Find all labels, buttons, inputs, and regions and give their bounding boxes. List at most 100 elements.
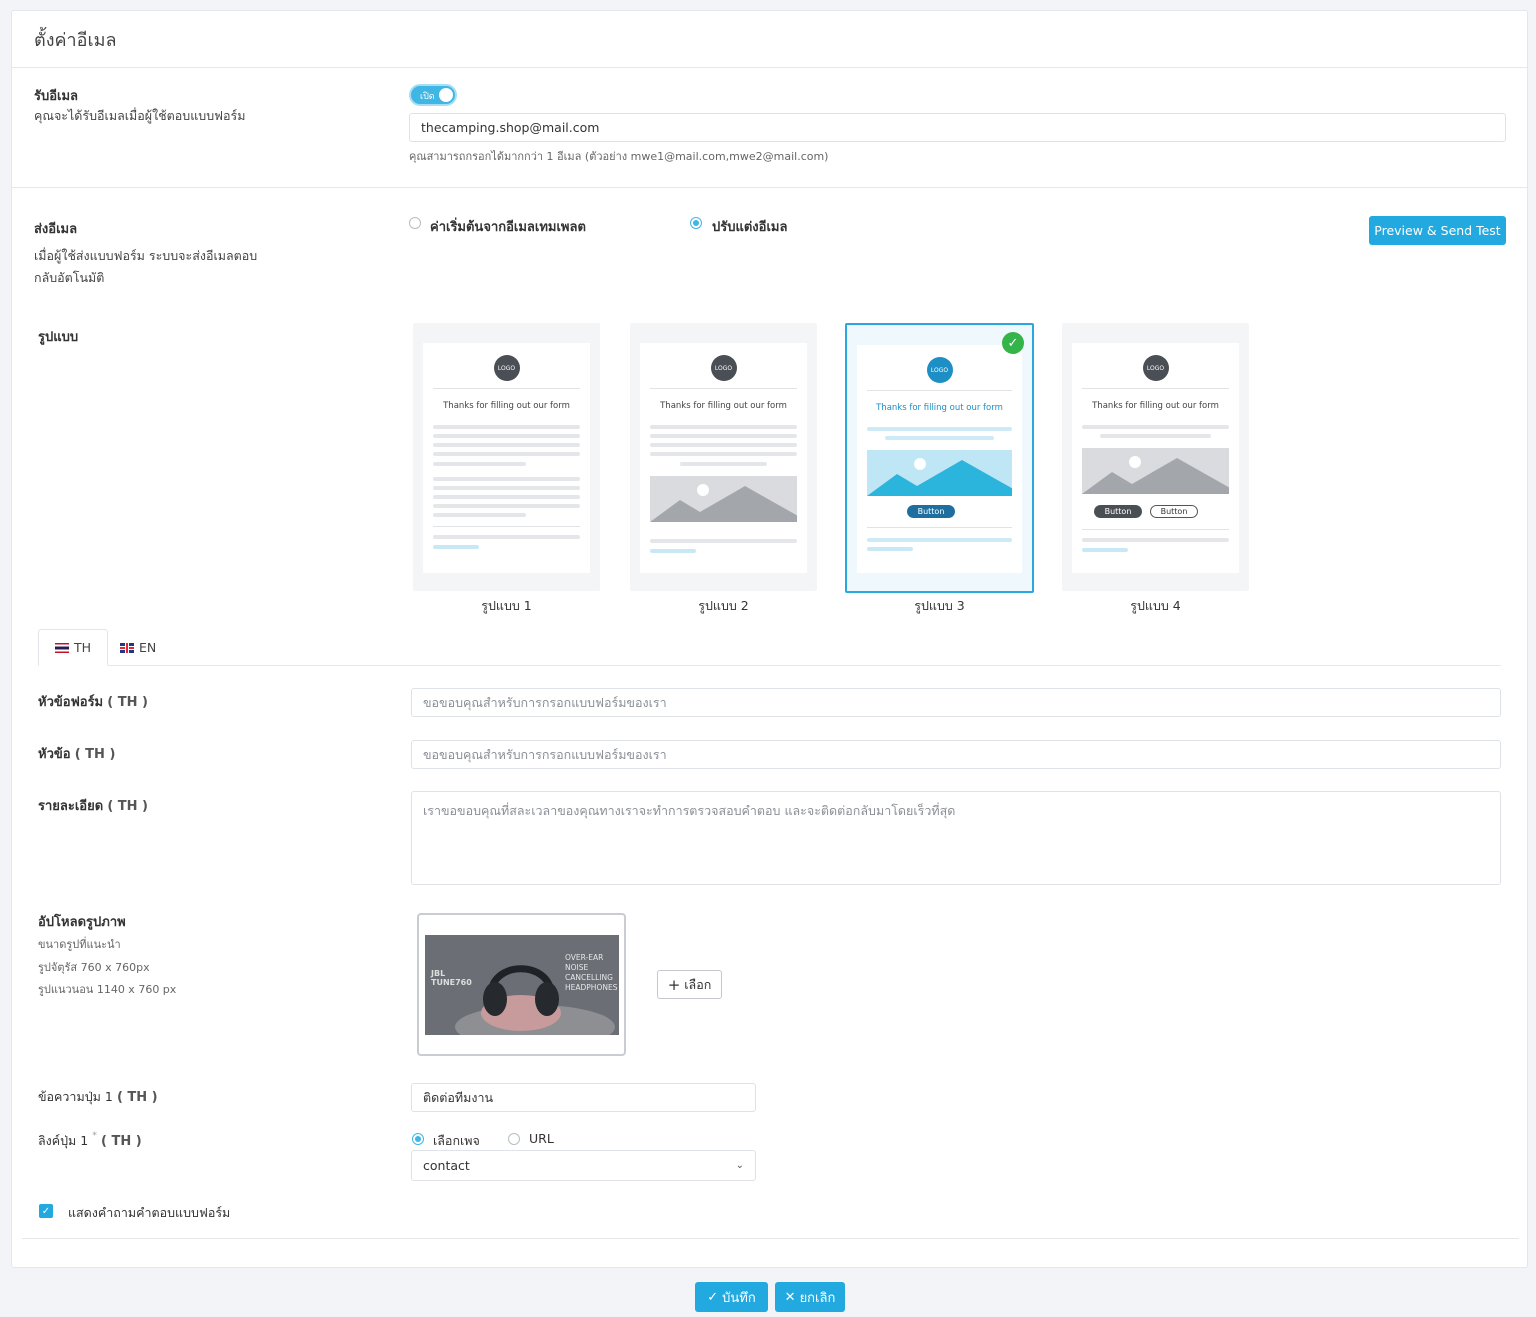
divider bbox=[867, 390, 1012, 391]
template-2-preview: LOGO Thanks for filling out our form bbox=[640, 343, 807, 573]
photo-caption: OVER-EAR NOISE CANCELLING HEADPHONES bbox=[565, 953, 617, 993]
text-line bbox=[885, 436, 994, 440]
radio-default-template-label[interactable]: ค่าเริ่มต้นจากอีเมลเทมเพลต bbox=[430, 216, 586, 237]
upload-size-square: รูปจัตุรัส 760 x 760px bbox=[38, 961, 150, 974]
text-line bbox=[433, 462, 526, 466]
send-email-label: ส่งอีเมล bbox=[34, 222, 78, 237]
preview-send-test-button[interactable]: Preview & Send Test bbox=[1369, 216, 1506, 245]
detail-lang: ( TH ) bbox=[107, 799, 148, 814]
receive-email-hint: คุณสามารถกรอกได้มากกว่า 1 อีเมล (ตัวอย่า… bbox=[409, 150, 829, 163]
choose-image-button[interactable]: + เลือก bbox=[657, 970, 722, 999]
text-line bbox=[1082, 548, 1128, 552]
show-answers-label[interactable]: แสดงคำถามคำตอบแบบฟอร์ม bbox=[68, 1203, 230, 1223]
tab-en[interactable]: EN bbox=[104, 629, 172, 666]
divider bbox=[12, 67, 1527, 68]
photo-model: TUNE760 bbox=[431, 978, 472, 987]
text-line bbox=[433, 545, 479, 549]
text-line bbox=[650, 539, 797, 543]
radio-default-template[interactable] bbox=[409, 217, 421, 229]
template-4-preview: LOGO Thanks for filling out our form But… bbox=[1072, 343, 1239, 573]
button1-text-input[interactable] bbox=[411, 1083, 756, 1112]
text-line bbox=[1082, 425, 1229, 429]
plus-icon: + bbox=[667, 975, 681, 994]
divider bbox=[433, 526, 580, 527]
template-4-card[interactable]: LOGO Thanks for filling out our form But… bbox=[1062, 323, 1249, 591]
required-marker: * bbox=[92, 1131, 97, 1141]
upload-size-landscape: รูปแนวนอน 1140 x 760 px bbox=[38, 983, 177, 996]
uk-flag-icon bbox=[120, 642, 134, 653]
check-icon: ✓ bbox=[707, 1289, 719, 1305]
page-title: ตั้งค่าอีเมล bbox=[34, 30, 117, 51]
template-1-label[interactable]: รูปแบบ 1 bbox=[413, 596, 600, 616]
toggle-knob bbox=[439, 88, 453, 102]
template-1-card[interactable]: LOGO Thanks for filling out our form bbox=[413, 323, 600, 591]
radio-link-page-label[interactable]: เลือกเพจ bbox=[433, 1131, 480, 1151]
detail-label: รายละเอียด bbox=[38, 799, 104, 814]
divider bbox=[650, 388, 797, 389]
save-label: บันทึก bbox=[722, 1290, 756, 1306]
logo-icon: LOGO bbox=[493, 355, 520, 381]
receive-email-input[interactable] bbox=[409, 113, 1506, 142]
button1-link-label: ลิงค์ปุ่ม 1 bbox=[38, 1133, 89, 1148]
radio-link-url[interactable] bbox=[508, 1133, 520, 1145]
template-button-1: Button bbox=[1094, 505, 1142, 518]
text-line bbox=[1082, 538, 1229, 542]
text-line bbox=[867, 538, 1012, 542]
radio-link-url-label[interactable]: URL bbox=[529, 1131, 554, 1146]
form-title-field-label: หัวข้อฟอร์ม ( TH ) bbox=[38, 691, 148, 712]
image-placeholder-icon bbox=[650, 476, 797, 522]
photo-brand-text: JBL TUNE760 bbox=[431, 969, 472, 987]
text-line bbox=[650, 425, 797, 429]
tab-th[interactable]: TH bbox=[38, 629, 109, 666]
image-placeholder-icon bbox=[867, 450, 1012, 496]
text-line bbox=[433, 452, 580, 456]
template-3-card[interactable]: LOGO Thanks for filling out our form But… bbox=[845, 323, 1034, 593]
email-settings-card: ตั้งค่าอีเมล รับอีเมล คุณจะได้รับอีเมลเม… bbox=[11, 10, 1528, 1268]
uploaded-image-preview[interactable]: JBL TUNE760 OVER-EAR NOISE CANCELLING HE… bbox=[417, 913, 626, 1056]
template-2-card[interactable]: LOGO Thanks for filling out our form bbox=[630, 323, 817, 591]
divider bbox=[1082, 529, 1229, 530]
divider bbox=[1082, 388, 1229, 389]
text-line bbox=[433, 535, 580, 539]
form-title-input[interactable] bbox=[411, 688, 1501, 717]
show-answers-checkbox[interactable]: ✓ bbox=[39, 1204, 53, 1218]
cancel-label: ยกเลิก bbox=[799, 1290, 836, 1306]
template-button: Button bbox=[907, 505, 955, 518]
form-title-lang: ( TH ) bbox=[107, 695, 148, 710]
detail-textarea[interactable] bbox=[411, 791, 1501, 885]
subject-input[interactable] bbox=[411, 740, 1501, 769]
receive-email-description: คุณจะได้รับอีเมลเมื่อผู้ใช้ตอบแบบฟอร์ม bbox=[34, 108, 246, 123]
tab-en-label: EN bbox=[139, 640, 157, 655]
template-2-label[interactable]: รูปแบบ 2 bbox=[630, 596, 817, 616]
check-icon: ✓ bbox=[1002, 332, 1024, 354]
logo-icon: LOGO bbox=[710, 355, 737, 381]
text-line bbox=[867, 427, 1012, 431]
page-select[interactable]: contact ⌄ bbox=[411, 1150, 756, 1181]
button1-text-lang: ( TH ) bbox=[116, 1090, 158, 1105]
receive-email-label: รับอีเมล bbox=[34, 89, 79, 104]
toggle-label: เปิด bbox=[420, 92, 435, 102]
receive-email-toggle[interactable]: เปิด bbox=[409, 84, 457, 106]
template-1-preview: LOGO Thanks for filling out our form bbox=[423, 343, 590, 573]
divider bbox=[867, 527, 1012, 528]
template-title: Thanks for filling out our form bbox=[660, 401, 787, 411]
upload-label: อัปโหลดรูปภาพ bbox=[38, 915, 126, 930]
upload-size-title: ขนาดรูปที่แนะนำ bbox=[38, 938, 121, 951]
divider bbox=[12, 187, 1527, 188]
template-3-label[interactable]: รูปแบบ 3 bbox=[846, 596, 1033, 616]
photo-caption-1: OVER-EAR bbox=[565, 953, 604, 962]
save-button[interactable]: ✓ บันทึก bbox=[695, 1282, 768, 1312]
text-line bbox=[680, 462, 767, 466]
text-line bbox=[433, 513, 526, 517]
button1-link-lang: ( TH ) bbox=[101, 1134, 142, 1149]
photo-brand: JBL bbox=[431, 969, 446, 978]
cancel-button[interactable]: ✕ ยกเลิก bbox=[775, 1282, 845, 1312]
text-line bbox=[433, 425, 580, 429]
photo-caption-4: HEADPHONES bbox=[565, 983, 618, 992]
radio-custom-email[interactable] bbox=[690, 217, 702, 229]
radio-custom-email-label[interactable]: ปรับแต่งอีเมล bbox=[712, 216, 787, 237]
button1-text-field-label: ข้อความปุ่ม 1 ( TH ) bbox=[38, 1087, 158, 1107]
photo-caption-3: CANCELLING bbox=[565, 973, 613, 982]
radio-link-page[interactable] bbox=[412, 1133, 424, 1145]
template-4-label[interactable]: รูปแบบ 4 bbox=[1062, 596, 1249, 616]
